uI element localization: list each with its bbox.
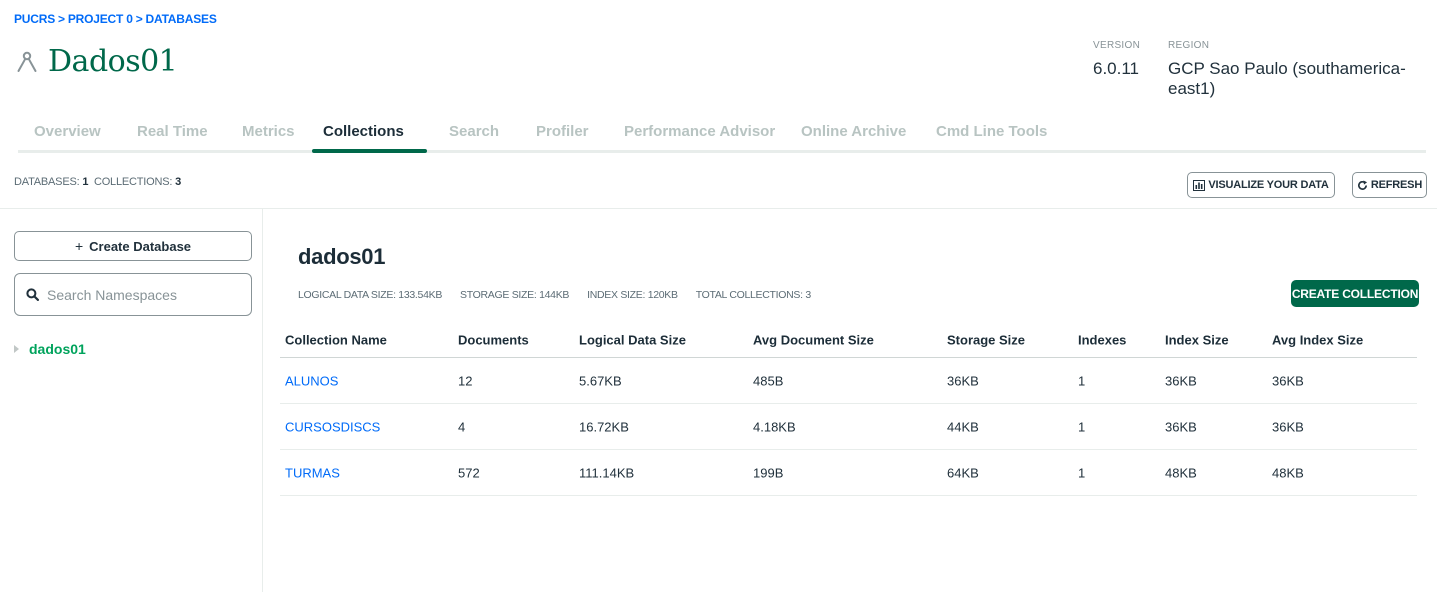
- table-cell: 44KB: [947, 419, 979, 434]
- table-row: CURSOSDISCS 4 16.72KB 4.18KB 44KB 1 36KB…: [280, 404, 1417, 450]
- page-title: Dados01: [48, 44, 178, 79]
- table-cell: 4: [458, 419, 466, 434]
- visualize-data-label: VISUALIZE YOUR DATA: [1208, 179, 1329, 191]
- region-label: REGION: [1168, 40, 1210, 51]
- total-collections-stat: TOTAL COLLECTIONS: 3: [695, 289, 811, 301]
- databases-count: 1: [82, 176, 89, 188]
- table-cell: 16.72KB: [579, 419, 629, 434]
- breadcrumb-separator: >: [135, 12, 143, 26]
- databases-count-label: DATABASES:: [14, 176, 80, 188]
- table-cell: 4.18KB: [753, 419, 796, 434]
- tab-search[interactable]: Search: [449, 123, 499, 140]
- cluster-icon: [17, 51, 37, 72]
- collection-name-link[interactable]: TURMAS: [285, 465, 340, 480]
- refresh-icon: [1357, 179, 1367, 190]
- active-tab-indicator: [312, 149, 427, 153]
- column-header[interactable]: Avg Index Size: [1272, 333, 1363, 348]
- search-namespaces-input[interactable]: [47, 286, 237, 303]
- table-cell: 572: [458, 465, 480, 480]
- table-cell: 36KB: [1272, 373, 1304, 388]
- refresh-button[interactable]: REFRESH: [1352, 172, 1427, 198]
- tab-metrics[interactable]: Metrics: [242, 123, 295, 140]
- column-header[interactable]: Documents: [458, 333, 529, 348]
- create-database-label: Create Database: [89, 238, 192, 254]
- plus-icon: +: [74, 238, 84, 254]
- column-header[interactable]: Indexes: [1078, 333, 1126, 348]
- version-label: VERSION: [1093, 40, 1141, 51]
- database-tree-item[interactable]: dados01: [14, 341, 86, 357]
- database-tree-label[interactable]: dados01: [29, 341, 86, 357]
- column-header[interactable]: Logical Data Size: [579, 333, 686, 348]
- table-row: TURMAS 572 111.14KB 199B 64KB 1 48KB 48K…: [280, 450, 1417, 496]
- divider: [0, 208, 1437, 209]
- tab-performance-advisor[interactable]: Performance Advisor: [624, 123, 775, 140]
- breadcrumb-separator: >: [58, 12, 65, 26]
- namespace-search: [14, 273, 252, 316]
- breadcrumb-databases[interactable]: DATABASES: [146, 12, 217, 26]
- collection-name-link[interactable]: ALUNOS: [285, 373, 338, 388]
- column-header[interactable]: Collection Name: [285, 333, 387, 348]
- collection-name-link[interactable]: CURSOSDISCS: [285, 419, 380, 434]
- version-value: 6.0.11: [1093, 59, 1140, 78]
- create-collection-button[interactable]: CREATE COLLECTION: [1291, 280, 1419, 307]
- database-stats: LOGICAL DATA SIZE: 133.54KB STORAGE SIZE…: [298, 289, 811, 301]
- table-cell: 1: [1078, 419, 1086, 434]
- table-cell: 1: [1078, 373, 1086, 388]
- search-icon: [26, 288, 39, 301]
- database-title: dados01: [298, 244, 386, 269]
- caret-right-icon[interactable]: [14, 345, 19, 353]
- table-cell: 12: [458, 373, 473, 388]
- table-cell: 485B: [753, 373, 784, 388]
- tab-overview[interactable]: Overview: [34, 123, 101, 140]
- table-cell: 1: [1078, 465, 1086, 480]
- create-database-button[interactable]: + Create Database: [14, 231, 252, 261]
- bar-chart-icon: [1193, 179, 1206, 191]
- column-header[interactable]: Storage Size: [947, 333, 1025, 348]
- table-cell: 5.67KB: [579, 373, 622, 388]
- tab-collections[interactable]: Collections: [323, 123, 404, 140]
- table-cell: 111.14KB: [579, 465, 635, 480]
- refresh-label: REFRESH: [1370, 179, 1423, 191]
- databases-summary: DATABASES: 1 COLLECTIONS: 3: [14, 176, 181, 188]
- table-cell: 36KB: [1165, 373, 1197, 388]
- sidebar-divider: [262, 209, 263, 592]
- collections-count: 3: [175, 176, 182, 188]
- breadcrumb: PUCRS > PROJECT 0 > DATABASES: [14, 12, 217, 26]
- table-cell: 36KB: [947, 373, 979, 388]
- cluster-version: VERSION 6.0.11: [1093, 40, 1140, 79]
- table-cell: 48KB: [1272, 465, 1304, 480]
- visualize-data-button[interactable]: VISUALIZE YOUR DATA: [1187, 172, 1335, 198]
- cluster-tabs: Overview Real Time Metrics Collections S…: [18, 113, 1426, 153]
- tab-cmd-line-tools[interactable]: Cmd Line Tools: [936, 123, 1047, 140]
- cluster-region: REGION GCP Sao Paulo (southamerica-east1…: [1168, 40, 1437, 99]
- tab-profiler[interactable]: Profiler: [536, 123, 589, 140]
- table-cell: 64KB: [947, 465, 979, 480]
- table-cell: 36KB: [1272, 419, 1304, 434]
- table-header: Collection Name Documents Logical Data S…: [280, 323, 1417, 358]
- breadcrumb-project[interactable]: PROJECT 0: [68, 12, 133, 26]
- collections-table: Collection Name Documents Logical Data S…: [280, 323, 1417, 496]
- table-cell: 48KB: [1165, 465, 1197, 480]
- column-header[interactable]: Index Size: [1165, 333, 1229, 348]
- logical-data-size-stat: LOGICAL DATA SIZE: 133.54KB: [298, 289, 443, 301]
- table-cell: 199B: [753, 465, 784, 480]
- tab-online-archive[interactable]: Online Archive: [801, 123, 906, 140]
- table-row: ALUNOS 12 5.67KB 485B 36KB 1 36KB 36KB: [280, 358, 1417, 404]
- tab-real-time[interactable]: Real Time: [137, 123, 208, 140]
- column-header[interactable]: Avg Document Size: [753, 333, 874, 348]
- index-size-stat: INDEX SIZE: 120KB: [587, 289, 678, 301]
- storage-size-stat: STORAGE SIZE: 144KB: [460, 289, 570, 301]
- cluster-title-row: Dados01: [14, 44, 178, 79]
- collections-count-label: COLLECTIONS:: [93, 176, 173, 188]
- breadcrumb-org[interactable]: PUCRS: [14, 12, 55, 26]
- region-value: GCP Sao Paulo (southamerica-east1): [1168, 59, 1406, 98]
- table-cell: 36KB: [1165, 419, 1197, 434]
